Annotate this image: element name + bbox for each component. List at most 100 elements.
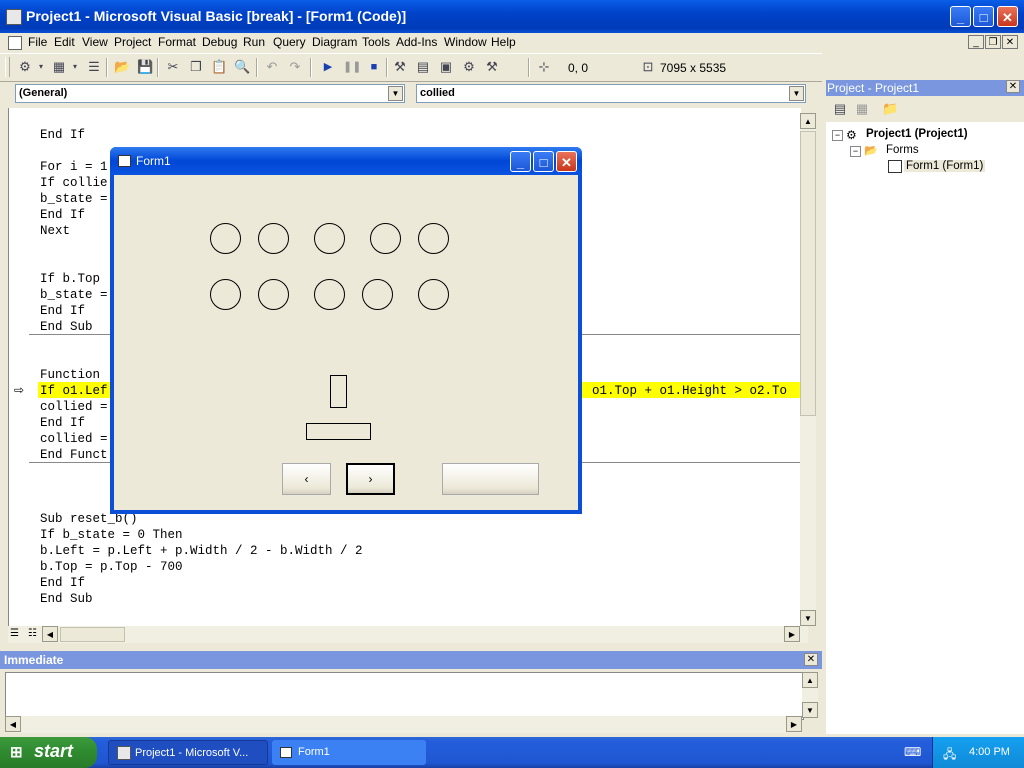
- menu-editor-icon[interactable]: ☰: [86, 59, 102, 75]
- vb-app-icon[interactable]: [6, 9, 22, 25]
- open-folder-icon[interactable]: 📂: [114, 59, 130, 75]
- menu-tools[interactable]: Tools: [362, 35, 390, 49]
- code-line: End If: [40, 208, 86, 222]
- form-icon[interactable]: [118, 155, 131, 167]
- blank-button[interactable]: [442, 463, 539, 495]
- undo-icon[interactable]: ↶: [264, 59, 280, 75]
- forms-folder-label[interactable]: Forms: [886, 144, 919, 156]
- form1-client-area[interactable]: ‹ ›: [114, 175, 578, 510]
- taskbar-item-form1[interactable]: Form1: [272, 740, 426, 765]
- collapse-icon[interactable]: −: [850, 146, 861, 157]
- project-explorer-title: Project - Project1: [826, 80, 1024, 96]
- immediate-close-button[interactable]: ✕: [804, 653, 818, 666]
- brick-circle: [210, 223, 241, 254]
- collapse-icon[interactable]: −: [832, 130, 843, 141]
- menu-help[interactable]: Help: [491, 35, 516, 49]
- code-vertical-scrollbar[interactable]: ▲ ▼: [800, 113, 816, 626]
- add-project-icon[interactable]: ⚙: [17, 59, 33, 75]
- chevron-down-icon[interactable]: ▼: [388, 86, 403, 101]
- immediate-horizontal-scrollbar[interactable]: ◀ ▶: [5, 716, 802, 733]
- code-line: End If: [40, 576, 86, 590]
- right-button[interactable]: ›: [346, 463, 395, 495]
- project-explorer-close-button[interactable]: ✕: [1006, 80, 1020, 93]
- chevron-down-icon[interactable]: ▼: [789, 86, 804, 101]
- procedure-combo[interactable]: collied ▼: [416, 84, 806, 103]
- save-icon[interactable]: 💾: [137, 59, 153, 75]
- project-root-label[interactable]: Project1 (Project1): [866, 128, 968, 140]
- code-window-icon[interactable]: [8, 36, 22, 50]
- menu-debug[interactable]: Debug: [202, 35, 237, 49]
- scroll-thumb[interactable]: [800, 131, 816, 416]
- menu-query[interactable]: Query: [273, 35, 306, 49]
- toggle-folders-icon[interactable]: 📁: [882, 101, 898, 117]
- menu-project[interactable]: Project: [114, 35, 151, 49]
- copy-icon[interactable]: ❐: [188, 59, 204, 75]
- start-icon[interactable]: ▶: [320, 59, 336, 75]
- cut-icon[interactable]: ✂: [165, 59, 181, 75]
- scroll-up-button[interactable]: ▲: [800, 113, 816, 129]
- find-icon[interactable]: 🔍: [234, 59, 250, 75]
- scroll-up-button[interactable]: ▲: [802, 672, 818, 688]
- windows-logo-icon: ⊞: [10, 744, 23, 761]
- form1-window[interactable]: Form1 _ □ ✕ ‹ ›: [110, 147, 582, 514]
- close-button[interactable]: ✕: [997, 6, 1018, 27]
- immediate-input[interactable]: [5, 672, 804, 720]
- mdi-minimize-button[interactable]: _: [968, 35, 984, 49]
- code-line: If b_state = 0 Then: [40, 528, 183, 542]
- taskbar-item-vb[interactable]: Project1 - Microsoft V...: [108, 740, 268, 765]
- keyboard-icon[interactable]: ⌨: [904, 745, 921, 759]
- properties-window-icon[interactable]: ▤: [415, 59, 431, 75]
- scroll-thumb[interactable]: [60, 627, 125, 642]
- project-explorer-toolbar: ▤ ▦ 📁: [826, 96, 1024, 122]
- add-form-icon[interactable]: ▦: [51, 59, 67, 75]
- menu-edit[interactable]: Edit: [54, 35, 75, 49]
- scroll-right-button[interactable]: ▶: [784, 626, 800, 642]
- toolbox-icon[interactable]: ⚒: [484, 59, 500, 75]
- immediate-vertical-scrollbar[interactable]: ▲ ▼: [802, 672, 818, 718]
- procedure-view-icon[interactable]: ☰: [10, 628, 20, 640]
- object-browser-icon[interactable]: ⚙: [461, 59, 477, 75]
- mdi-close-button[interactable]: ✕: [1002, 35, 1018, 49]
- network-icon[interactable]: 🖧: [943, 745, 959, 761]
- form1-tree-item[interactable]: Form1 (Form1): [904, 160, 986, 172]
- menu-add-ins[interactable]: Add-Ins: [396, 35, 437, 49]
- redo-icon[interactable]: ↷: [287, 59, 303, 75]
- menu-run[interactable]: Run: [243, 35, 265, 49]
- view-code-icon[interactable]: ▤: [832, 101, 848, 117]
- ball-shape: [330, 375, 347, 408]
- chevron-down-icon[interactable]: ▾: [67, 59, 83, 75]
- full-module-view-icon[interactable]: ☷: [28, 628, 38, 640]
- maximize-button[interactable]: □: [973, 6, 994, 27]
- scroll-right-button[interactable]: ▶: [786, 716, 802, 732]
- form1-title-bar[interactable]: Form1 _ □ ✕: [110, 147, 582, 175]
- menu-view[interactable]: View: [82, 35, 108, 49]
- minimize-button[interactable]: _: [950, 6, 971, 27]
- project-explorer-icon[interactable]: ⚒: [392, 59, 408, 75]
- start-button[interactable]: ⊞ start: [0, 737, 97, 768]
- menu-window[interactable]: Window: [444, 35, 487, 49]
- menu-diagram[interactable]: Diagram: [312, 35, 357, 49]
- form1-close-button[interactable]: ✕: [556, 151, 577, 172]
- toolbar-grip[interactable]: [5, 57, 10, 77]
- form1-maximize-button[interactable]: □: [533, 151, 554, 172]
- scroll-down-button[interactable]: ▼: [800, 610, 816, 626]
- code-horizontal-scrollbar[interactable]: ☰ ☷ ◀ ▶: [8, 626, 808, 643]
- paste-icon[interactable]: 📋: [211, 59, 227, 75]
- object-combo[interactable]: (General) ▼: [15, 84, 405, 103]
- left-button[interactable]: ‹: [282, 463, 331, 495]
- folder-icon: 📂: [864, 145, 878, 157]
- scroll-left-button[interactable]: ◀: [5, 716, 21, 732]
- scroll-left-button[interactable]: ◀: [42, 626, 58, 642]
- menu-format[interactable]: Format: [158, 35, 196, 49]
- view-object-icon[interactable]: ▦: [854, 101, 870, 117]
- menu-file[interactable]: File: [28, 35, 47, 49]
- form1-minimize-button[interactable]: _: [510, 151, 531, 172]
- chevron-down-icon[interactable]: ▾: [33, 59, 49, 75]
- mdi-restore-button[interactable]: ❐: [985, 35, 1001, 49]
- scroll-down-button[interactable]: ▼: [802, 702, 818, 718]
- end-icon[interactable]: ■: [366, 59, 382, 75]
- break-icon[interactable]: ❚❚: [343, 59, 361, 75]
- window-title: Project1 - Microsoft Visual Basic [break…: [26, 8, 407, 24]
- clock[interactable]: 4:00 PM: [969, 746, 1010, 758]
- form-layout-icon[interactable]: ▣: [438, 59, 454, 75]
